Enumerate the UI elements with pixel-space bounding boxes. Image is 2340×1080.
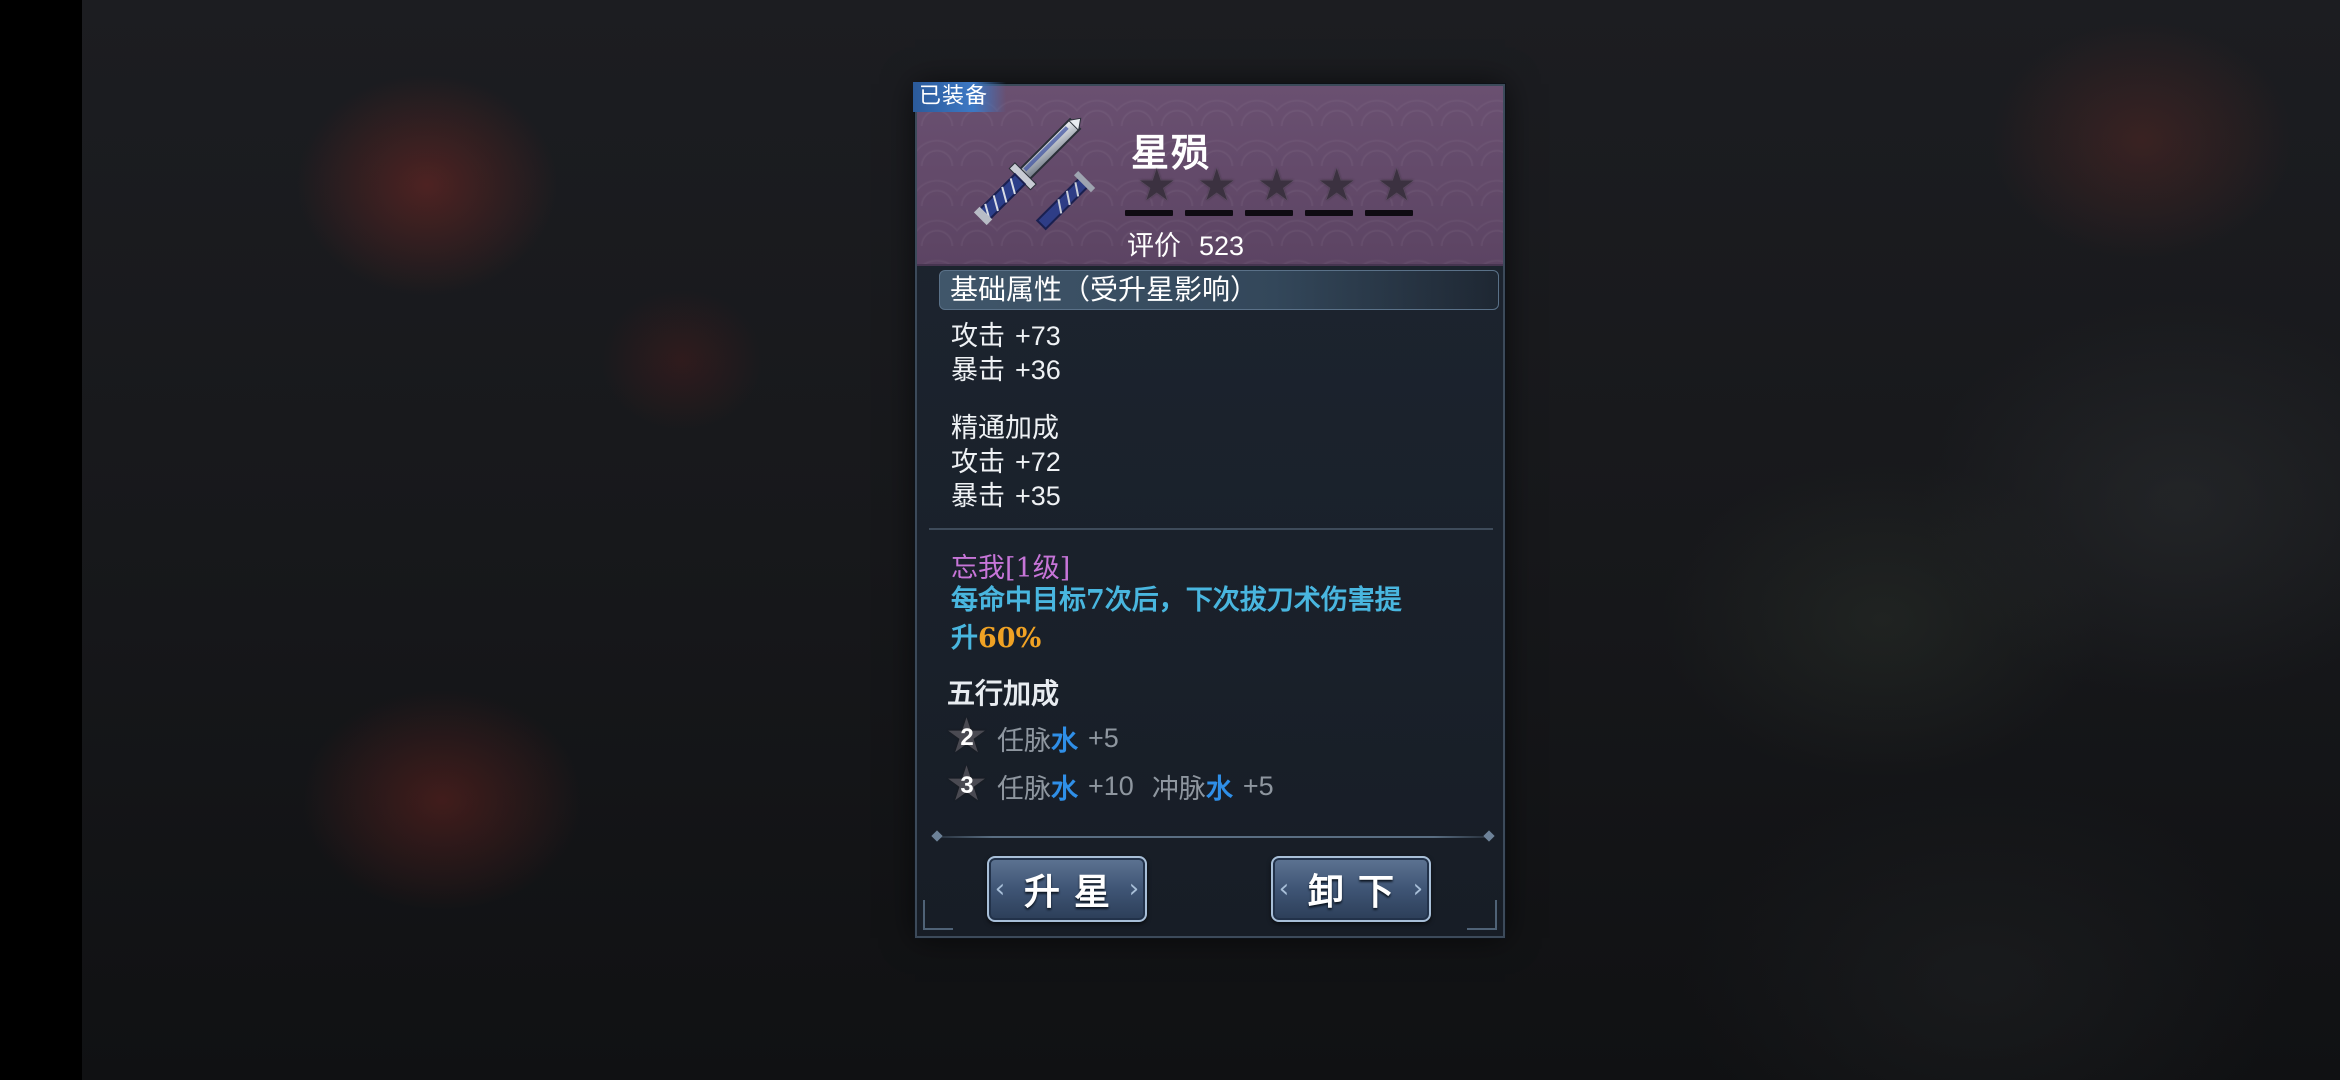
base-attributes-header: 基础属性（受升星影响） bbox=[939, 270, 1499, 310]
star-level-badge: ★ 3 bbox=[945, 760, 989, 808]
five-elements-row: ★ 2 任脉水 +5 bbox=[945, 712, 1119, 760]
left-black-bar bbox=[0, 0, 82, 1080]
equipped-badge: 已装备 bbox=[913, 82, 1007, 112]
stat-value: +35 bbox=[1015, 481, 1061, 511]
item-rating: 评价 523 bbox=[1127, 224, 1244, 263]
five-elements-row: ★ 3 任脉水 +10 冲脉水 +5 bbox=[945, 760, 1274, 808]
star-icon: ★ bbox=[1377, 160, 1417, 211]
element-value: +5 bbox=[1088, 722, 1119, 753]
star-slot: ★ bbox=[1245, 164, 1305, 224]
element-name: 水 bbox=[1051, 773, 1078, 805]
stat-label: 暴击 bbox=[951, 481, 1005, 512]
star-icon: ★ bbox=[1137, 160, 1177, 211]
stat-label: 暴击 bbox=[951, 355, 1005, 386]
skill-percent: 60% bbox=[978, 623, 1042, 654]
mastery-stat-crit: 暴击 +35 bbox=[951, 474, 1061, 513]
star-slot: ★ bbox=[1365, 164, 1425, 224]
skill-description: 每命中目标7次后，下次拔刀术伤害提 升60% bbox=[951, 582, 1491, 658]
star-slot: ★ bbox=[1305, 164, 1365, 224]
five-elements-title: 五行加成 bbox=[947, 677, 1060, 710]
meridian-name: 任脉 bbox=[997, 773, 1051, 805]
element-value: +10 bbox=[1088, 770, 1134, 801]
upgrade-star-button[interactable]: ‹ 升星 › bbox=[987, 856, 1147, 922]
star-rating: ★ ★ ★ ★ ★ bbox=[1125, 164, 1425, 224]
game-screen: 星殒 ★ ★ ★ ★ ★ 评价 523 已装备 基础属性（受升星影响） 攻击 +73… bbox=[0, 0, 2340, 1080]
element-name: 水 bbox=[1051, 725, 1078, 757]
stat-value: +73 bbox=[1015, 321, 1061, 351]
rating-label: 评价 bbox=[1127, 231, 1181, 262]
chevron-right-icon: › bbox=[1128, 874, 1140, 904]
element-value: +5 bbox=[1242, 770, 1274, 801]
meridian-name: 任脉 bbox=[997, 725, 1051, 757]
badge-number: 3 bbox=[960, 772, 974, 799]
base-stat-crit: 暴击 +36 bbox=[951, 348, 1061, 387]
star-level-badge: ★ 2 bbox=[945, 712, 989, 760]
unequip-button[interactable]: ‹ 卸下 › bbox=[1271, 856, 1431, 922]
chevron-left-icon: ‹ bbox=[1278, 874, 1290, 904]
stat-value: +36 bbox=[1015, 355, 1061, 385]
bottom-divider bbox=[937, 836, 1489, 838]
element-name: 水 bbox=[1205, 773, 1233, 805]
star-icon: ★ bbox=[1197, 160, 1237, 211]
corner-ornament bbox=[923, 900, 953, 930]
skill-desc-line1: 每命中目标7次后，下次拔刀术伤害提 bbox=[951, 585, 1402, 616]
item-header: 星殒 ★ ★ ★ ★ ★ 评价 523 bbox=[917, 86, 1503, 266]
stat-value: +72 bbox=[1015, 447, 1061, 477]
star-slot: ★ bbox=[1125, 164, 1185, 224]
star-slot: ★ bbox=[1185, 164, 1245, 224]
rating-value: 523 bbox=[1199, 231, 1245, 261]
chevron-right-icon: › bbox=[1412, 874, 1424, 904]
skill-desc-line2: 升 bbox=[951, 623, 978, 654]
star-icon: ★ bbox=[1317, 160, 1357, 211]
item-detail-panel: 星殒 ★ ★ ★ ★ ★ 评价 523 已装备 基础属性（受升星影响） 攻击 +73… bbox=[913, 82, 1505, 938]
section-divider bbox=[929, 528, 1493, 530]
meridian-name: 冲脉 bbox=[1151, 773, 1206, 805]
skill-title: 忘我[1级] bbox=[951, 553, 1071, 584]
badge-number: 2 bbox=[960, 724, 974, 751]
button-label: 卸下 bbox=[1307, 871, 1408, 913]
corner-ornament bbox=[1467, 900, 1497, 930]
sword-icon bbox=[973, 117, 1096, 231]
button-label: 升星 bbox=[1023, 871, 1124, 913]
chevron-left-icon: ‹ bbox=[994, 874, 1006, 904]
star-icon: ★ bbox=[1257, 160, 1297, 211]
